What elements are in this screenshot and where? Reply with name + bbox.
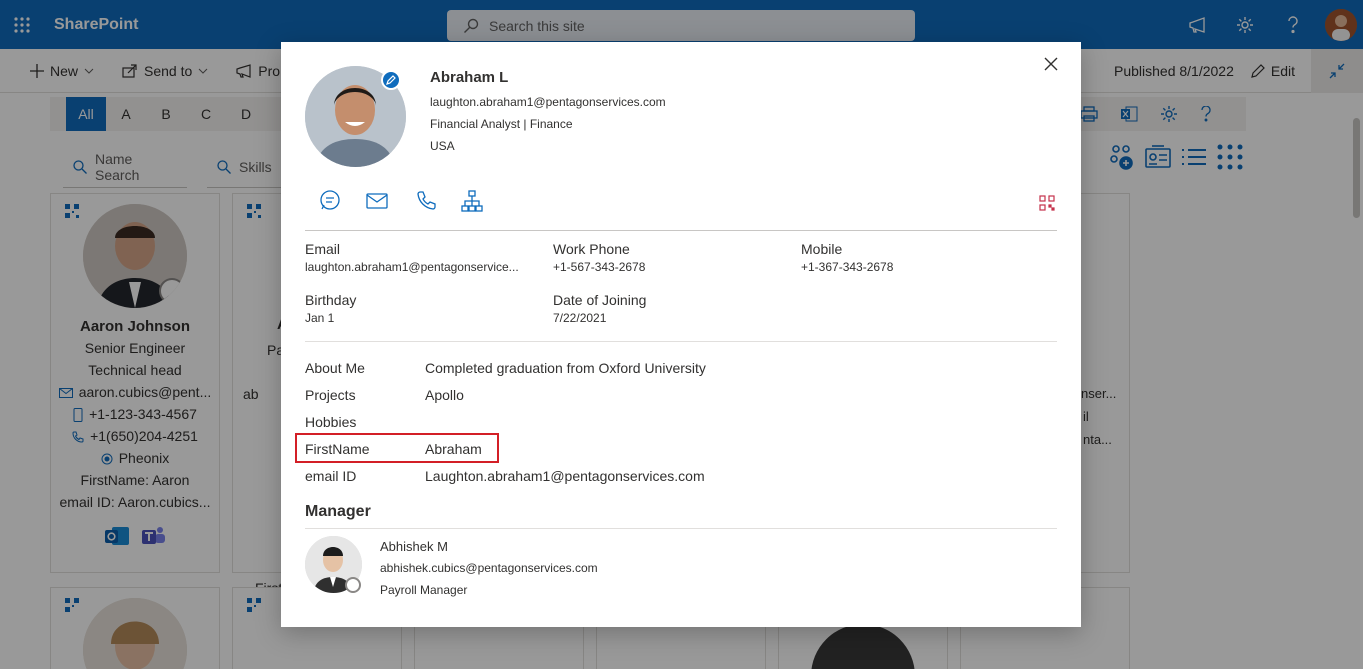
- date-of-joining-field: Date of Joining 7/22/2021: [553, 292, 646, 325]
- birthday-value: Jan 1: [305, 311, 335, 325]
- email-label: Email: [305, 241, 341, 257]
- manager-email[interactable]: abhishek.cubics@pentagonservices.com: [380, 561, 598, 575]
- email-value[interactable]: laughton.abraham1@pentagonservice...: [305, 260, 519, 274]
- email-field: Email laughton.abraham1@pentagonservice.…: [305, 241, 519, 274]
- hobbies-label: Hobbies: [305, 414, 357, 430]
- projects-label: Projects: [305, 387, 356, 403]
- about-me-row: About Me Completed graduation from Oxford…: [305, 360, 1025, 376]
- profile-job-title: Financial Analyst | Finance: [430, 117, 573, 131]
- manager-title: Payroll Manager: [380, 583, 468, 597]
- mobile-label: Mobile: [801, 241, 843, 257]
- profile-dialog: Abraham L laughton.abraham1@pentagonserv…: [281, 42, 1081, 627]
- presence-status-icon: [345, 577, 361, 593]
- email-id-value[interactable]: Laughton.abraham1@pentagonservices.com: [425, 468, 705, 484]
- manager-name[interactable]: Abhishek M: [380, 539, 448, 554]
- mail-icon[interactable]: [365, 190, 391, 212]
- birthday-field: Birthday Jan 1: [305, 292, 356, 325]
- email-id-label: email ID: [305, 468, 357, 484]
- close-icon[interactable]: [1041, 54, 1061, 74]
- chat-icon[interactable]: [319, 190, 341, 212]
- work-phone-field: Work Phone +1-567-343-2678: [553, 241, 645, 274]
- manager-heading: Manager: [305, 503, 371, 520]
- date-of-joining-label: Date of Joining: [553, 292, 647, 308]
- divider: [305, 230, 1057, 231]
- org-chart-icon[interactable]: [461, 190, 483, 212]
- mobile-field: Mobile +1-367-343-2678: [801, 241, 893, 274]
- hobbies-row: Hobbies: [305, 414, 1025, 430]
- email-id-row: email ID Laughton.abraham1@pentagonservic…: [305, 468, 1025, 484]
- projects-value: Apollo: [425, 387, 464, 403]
- profile-email[interactable]: laughton.abraham1@pentagonservices.com: [430, 95, 666, 109]
- profile-name: Abraham L: [430, 69, 509, 86]
- divider: [305, 341, 1057, 342]
- projects-row: Projects Apollo: [305, 387, 1025, 403]
- edit-photo-icon[interactable]: [381, 70, 401, 90]
- qr-code-icon[interactable]: [1039, 195, 1055, 211]
- date-of-joining-value: 7/22/2021: [553, 311, 607, 325]
- firstname-highlight-box: [295, 433, 499, 463]
- mobile-value[interactable]: +1-367-343-2678: [801, 260, 893, 274]
- profile-country: USA: [430, 139, 455, 153]
- divider: [305, 528, 1057, 529]
- about-me-value: Completed graduation from Oxford Univers…: [425, 360, 706, 376]
- about-me-label: About Me: [305, 360, 365, 376]
- work-phone-value[interactable]: +1-567-343-2678: [553, 260, 645, 274]
- phone-icon[interactable]: [415, 190, 437, 212]
- birthday-label: Birthday: [305, 292, 357, 308]
- work-phone-label: Work Phone: [553, 241, 630, 257]
